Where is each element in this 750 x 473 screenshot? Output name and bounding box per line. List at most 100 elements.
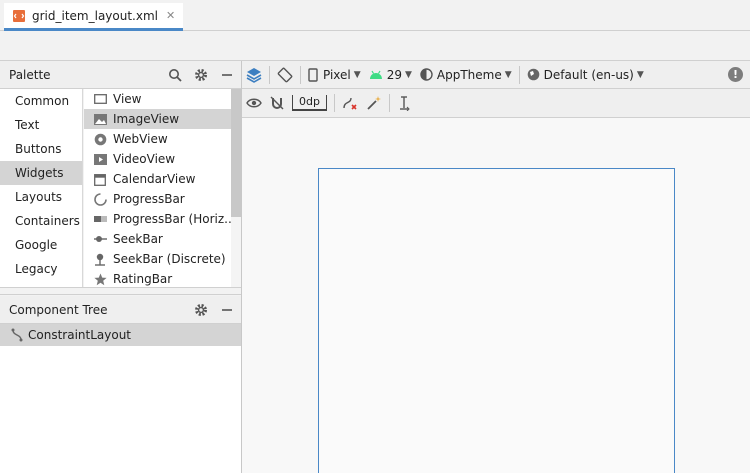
toolbar-separator — [300, 65, 301, 84]
design-toolbar-secondary: 0dp — [242, 89, 750, 118]
magnet-off-icon — [270, 96, 284, 110]
magic-wand-icon — [367, 96, 381, 110]
palette-header: Palette — [0, 61, 241, 89]
design-surface-button[interactable] — [242, 61, 266, 89]
minimize-icon[interactable] — [219, 67, 235, 83]
phone-icon — [308, 67, 318, 82]
theme-selector[interactable]: AppTheme ▼ — [416, 61, 516, 89]
calendar-icon — [93, 172, 107, 186]
globe-icon — [93, 132, 107, 146]
toolbar-separator — [333, 94, 335, 112]
close-icon[interactable]: ✕ — [166, 9, 175, 22]
widget-seekbar[interactable]: SeekBar — [84, 229, 241, 249]
widget-calendarview[interactable]: CalendarView — [84, 169, 241, 189]
minimize-icon[interactable] — [219, 302, 235, 318]
palette-widget-list: View ImageView WebView VideoView Calenda… — [84, 89, 241, 287]
search-icon[interactable] — [167, 67, 183, 83]
image-icon — [93, 112, 107, 126]
progress-bar-icon — [93, 212, 107, 226]
component-tree-header: Component Tree — [0, 296, 241, 324]
palette-scrollbar-thumb[interactable] — [231, 89, 241, 217]
category-text[interactable]: Text — [0, 113, 82, 137]
component-tree-title: Component Tree — [9, 302, 108, 317]
star-icon — [93, 272, 107, 286]
tree-item-label: ConstraintLayout — [28, 328, 132, 342]
default-margins-button[interactable]: 0dp — [288, 89, 331, 117]
toolbar-separator — [269, 65, 270, 84]
infer-constraints-button[interactable] — [362, 89, 386, 117]
widget-progressbar[interactable]: ProgressBar — [84, 189, 241, 209]
gear-icon[interactable] — [193, 67, 209, 83]
android-icon — [369, 70, 382, 79]
widget-label: ImageView — [113, 112, 180, 126]
chevron-down-icon: ▼ — [404, 69, 412, 80]
widget-label: WebView — [113, 132, 168, 146]
eye-icon — [246, 98, 262, 108]
theme-icon — [420, 68, 433, 81]
clear-constraints-button[interactable] — [338, 89, 362, 117]
toolbar-separator — [388, 94, 390, 112]
constraint-layout-icon — [10, 328, 24, 342]
view-icon — [93, 92, 107, 106]
widget-imageview[interactable]: ImageView — [84, 109, 241, 129]
slider-icon — [93, 232, 107, 246]
gear-icon[interactable] — [193, 302, 209, 318]
api-level-label: 29 — [386, 67, 402, 82]
autoconnect-toggle[interactable] — [266, 89, 288, 117]
widget-view[interactable]: View — [84, 89, 241, 109]
widget-seekbar-discrete[interactable]: SeekBar (Discrete) — [84, 249, 241, 269]
view-options-button[interactable] — [242, 89, 266, 117]
warning-icon[interactable]: ! — [728, 67, 743, 82]
orientation-button[interactable] — [273, 61, 297, 89]
design-canvas[interactable] — [242, 118, 750, 473]
globe-icon — [527, 68, 539, 81]
widget-label: ProgressBar — [113, 192, 185, 206]
panel-divider[interactable] — [0, 287, 241, 295]
category-containers[interactable]: Containers — [0, 209, 82, 233]
theme-label: AppTheme — [436, 67, 502, 82]
widget-videoview[interactable]: VideoView — [84, 149, 241, 169]
guidelines-button[interactable] — [393, 89, 415, 117]
locale-label: Default (en-us) — [543, 67, 634, 82]
device-selector[interactable]: Pixel ▼ — [304, 61, 365, 89]
component-tree: ConstraintLayout — [0, 324, 241, 473]
category-layouts[interactable]: Layouts — [0, 185, 82, 209]
palette-category-list: Common Text Buttons Widgets Layouts Cont… — [0, 89, 83, 287]
editor-subbar — [0, 31, 750, 61]
widget-label: View — [113, 92, 142, 106]
chevron-down-icon: ▼ — [353, 69, 361, 80]
guideline-icon — [399, 96, 410, 111]
discrete-slider-icon — [93, 252, 107, 266]
widget-progressbar-horizontal[interactable]: ProgressBar (Horiz... — [84, 209, 241, 229]
clear-constraints-icon — [343, 97, 357, 110]
tree-item-constraintlayout[interactable]: ConstraintLayout — [0, 324, 241, 346]
device-screen-blueprint[interactable] — [318, 168, 675, 473]
widget-label: SeekBar (Discrete) — [113, 252, 226, 266]
layers-icon — [246, 67, 262, 83]
spinner-icon — [93, 192, 107, 206]
category-widgets[interactable]: Widgets — [0, 161, 82, 185]
design-toolbar: Pixel ▼ 29 ▼ AppTheme ▼ Default (en-us) … — [242, 61, 750, 89]
widget-webview[interactable]: WebView — [84, 129, 241, 149]
widget-label: RatingBar — [113, 272, 173, 286]
widget-label: VideoView — [113, 152, 176, 166]
rotate-icon — [277, 67, 293, 82]
editor-tab-bar: grid_item_layout.xml ✕ — [0, 0, 750, 31]
widget-label: CalendarView — [113, 172, 196, 186]
margin-value: 0dp — [292, 95, 327, 111]
video-icon — [93, 152, 107, 166]
category-buttons[interactable]: Buttons — [0, 137, 82, 161]
palette-title: Palette — [9, 67, 51, 82]
chevron-down-icon: ▼ — [504, 69, 512, 80]
category-legacy[interactable]: Legacy — [0, 257, 82, 281]
device-label: Pixel — [323, 67, 351, 82]
category-google[interactable]: Google — [0, 233, 82, 257]
api-level-selector[interactable]: 29 ▼ — [365, 61, 416, 89]
widget-ratingbar[interactable]: RatingBar — [84, 269, 241, 287]
chevron-down-icon: ▼ — [636, 69, 644, 80]
category-common[interactable]: Common — [0, 89, 82, 113]
toolbar-separator — [518, 65, 520, 84]
locale-selector[interactable]: Default (en-us) ▼ — [523, 61, 648, 89]
widget-label: SeekBar — [113, 232, 163, 246]
editor-tab[interactable]: grid_item_layout.xml ✕ — [4, 3, 184, 31]
